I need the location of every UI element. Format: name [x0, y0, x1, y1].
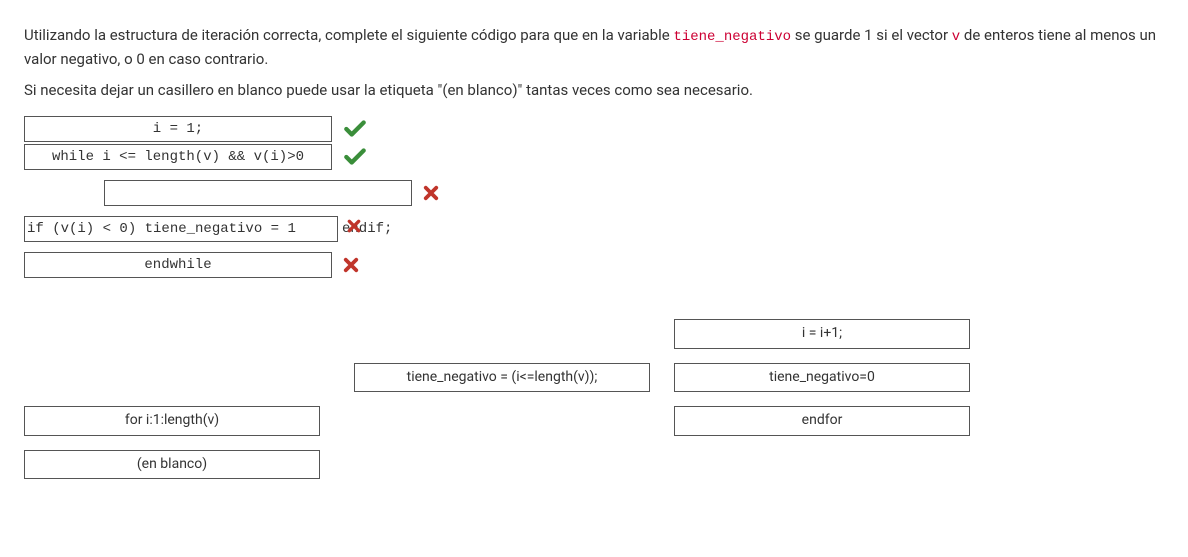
option-tiene-negativo-cond[interactable]: tiene_negativo = (i<=length(v));	[354, 363, 650, 393]
answer-slot-5[interactable]: endwhile	[24, 252, 332, 278]
options-pool: i = i+1; tiene_negativo = (i<=length(v))…	[24, 319, 1164, 479]
answer-row-5: endwhile	[24, 251, 1164, 279]
cross-icon	[422, 184, 440, 202]
answer-row-3	[24, 179, 1164, 207]
instruction-para-1: Utilizando la estructura de iteración co…	[24, 24, 1164, 71]
option-endfor[interactable]: endfor	[674, 406, 970, 436]
answer-slot-4[interactable]: if (v(i) < 0) tiene_negativo = 1	[24, 216, 338, 242]
code-var-tiene-negativo: tiene_negativo	[673, 29, 791, 45]
option-i-plus-1[interactable]: i = i+1;	[674, 319, 970, 349]
text-fragment: se guarde 1 si el vector	[791, 26, 952, 44]
check-icon	[342, 144, 368, 170]
answer-slot-1[interactable]: i = 1;	[24, 116, 332, 142]
answer-slot-2[interactable]: while i <= length(v) && v(i)>0	[24, 144, 332, 170]
option-for-loop[interactable]: for i:1:length(v)	[24, 406, 320, 436]
answer-row-4: if (v(i) < 0) tiene_negativo = 1 endif;	[24, 215, 1164, 243]
cross-icon	[346, 218, 362, 238]
answer-slot-3-empty[interactable]	[104, 180, 412, 206]
text-fragment: Utilizando la estructura de iteración co…	[24, 26, 673, 44]
answer-row-2: while i <= length(v) && v(i)>0	[24, 143, 1164, 171]
instructions: Utilizando la estructura de iteración co…	[24, 24, 1164, 101]
answer-row-1: i = 1;	[24, 115, 1164, 143]
exercise-area: i = 1; while i <= length(v) && v(i)>0 if…	[24, 115, 1164, 479]
option-en-blanco[interactable]: (en blanco)	[24, 450, 320, 480]
instruction-para-2: Si necesita dejar un casillero en blanco…	[24, 79, 1164, 102]
code-var-v: v	[952, 29, 960, 45]
cross-icon	[342, 256, 360, 274]
option-tiene-negativo-zero[interactable]: tiene_negativo=0	[674, 363, 970, 393]
check-icon	[342, 116, 368, 142]
